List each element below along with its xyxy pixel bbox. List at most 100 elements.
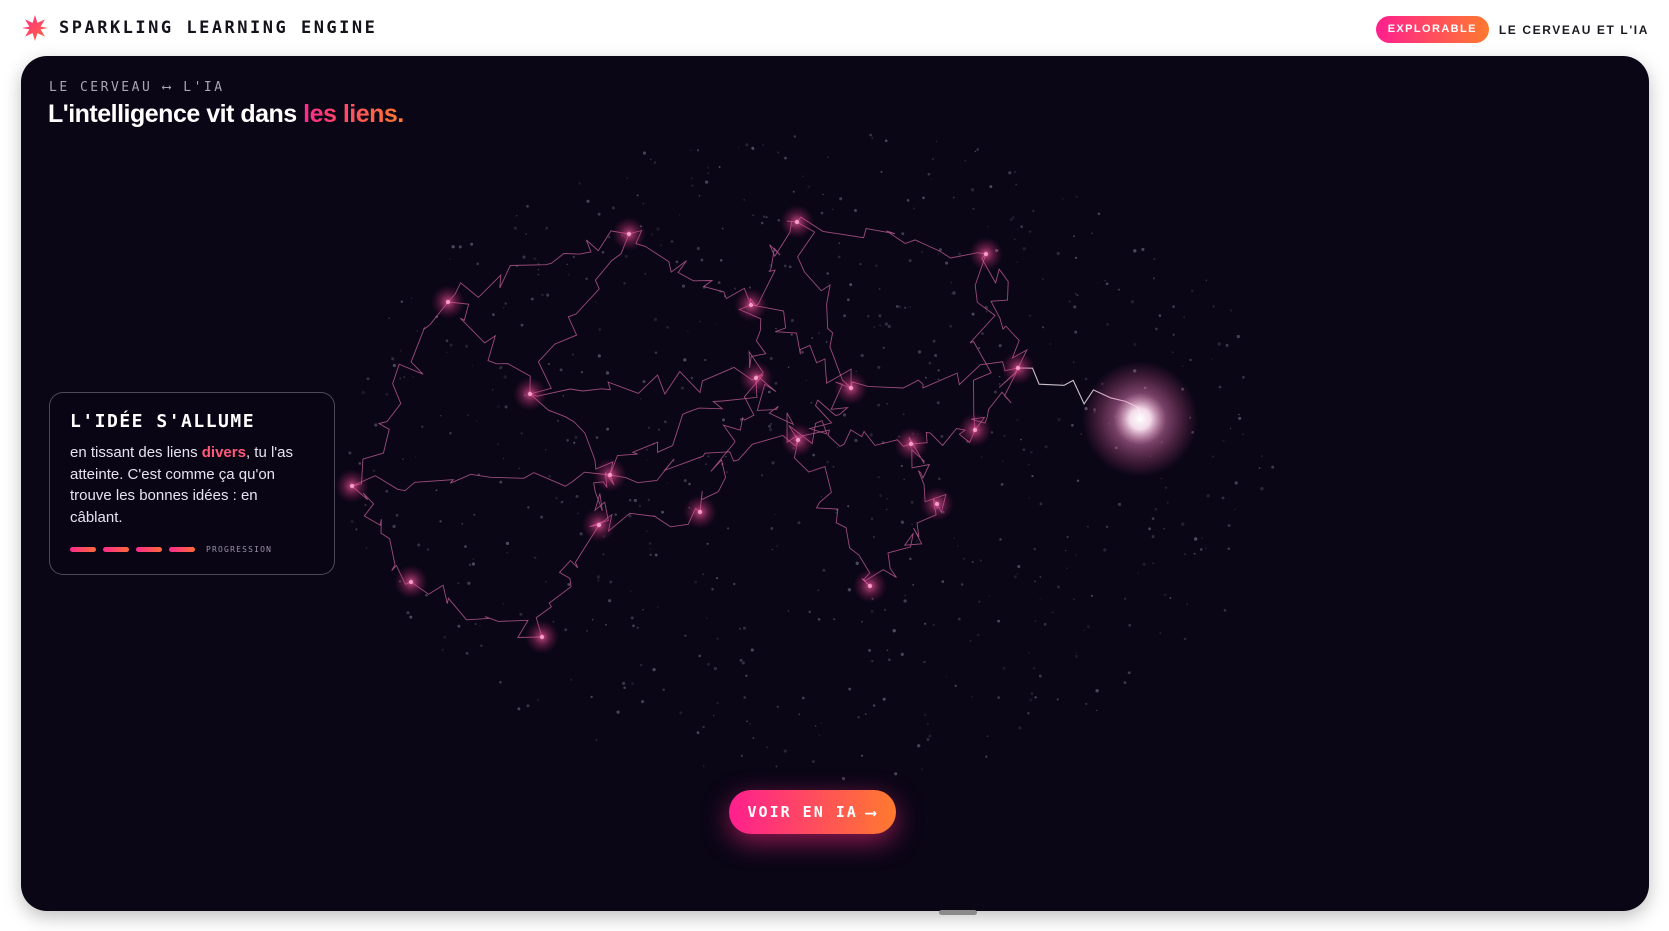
progress-indicator: PROGRESSION	[70, 545, 272, 554]
particle	[870, 517, 874, 520]
particle	[518, 467, 520, 470]
particle	[879, 494, 883, 498]
particle	[1002, 460, 1004, 462]
particle	[826, 272, 829, 275]
particle	[938, 477, 941, 481]
particle	[903, 478, 905, 481]
particle	[793, 135, 797, 138]
neuron-nodes	[335, 205, 1198, 654]
particle	[721, 227, 724, 230]
particle	[928, 734, 932, 738]
particle	[792, 190, 795, 193]
particle	[802, 175, 804, 178]
particle	[1123, 681, 1127, 684]
headline-accent: les liens.	[303, 100, 404, 128]
particle	[666, 482, 669, 484]
particle	[657, 606, 659, 608]
neuron-core	[445, 299, 451, 305]
particle	[597, 579, 600, 582]
particle	[1052, 611, 1054, 613]
particle	[985, 310, 988, 313]
particle	[457, 624, 461, 628]
particle	[601, 250, 605, 254]
particle	[922, 196, 925, 200]
particle	[642, 151, 647, 155]
particle	[597, 354, 601, 358]
particle	[790, 333, 793, 336]
particle	[936, 401, 940, 405]
particle	[653, 317, 658, 322]
particle	[520, 323, 524, 327]
particle	[572, 255, 575, 259]
particle	[854, 209, 857, 212]
card-body: en tissant des liens divers, tu l'as att…	[70, 442, 314, 528]
particle	[445, 351, 448, 353]
particle	[580, 371, 584, 374]
particle	[631, 682, 635, 685]
particle	[1016, 261, 1019, 263]
particle	[957, 252, 962, 256]
particle	[689, 149, 692, 152]
particle	[361, 390, 365, 395]
particle	[847, 505, 850, 508]
particle	[1076, 479, 1080, 483]
particle	[526, 204, 529, 208]
particle	[971, 696, 973, 698]
particle	[1152, 277, 1155, 280]
particle	[385, 392, 389, 396]
stage: LE CERVEAU ⟷ L'IA L'intelligence vit dan…	[21, 56, 1649, 911]
particle	[1014, 171, 1016, 173]
particle	[1212, 455, 1215, 458]
voir-en-ia-button[interactable]: VOIR EN IA ⟶	[729, 790, 896, 834]
particle	[648, 542, 652, 545]
particle	[626, 177, 628, 179]
particle	[827, 156, 829, 158]
particle	[544, 448, 547, 451]
particle	[681, 284, 686, 288]
particle	[1044, 445, 1048, 449]
particle	[960, 583, 964, 586]
particle	[1227, 547, 1231, 551]
particle	[650, 158, 652, 161]
particle	[1017, 228, 1019, 230]
particle	[842, 413, 847, 417]
particle	[622, 681, 626, 685]
drag-handle[interactable]	[939, 910, 977, 915]
particle	[825, 341, 828, 343]
particle	[741, 661, 745, 665]
particle	[864, 713, 867, 716]
particle	[640, 699, 645, 704]
particle	[642, 202, 645, 205]
particle	[355, 528, 358, 531]
particle	[696, 149, 700, 152]
particle	[1184, 553, 1187, 556]
particle	[1155, 327, 1158, 331]
synapse-link	[351, 301, 449, 487]
particle	[1034, 580, 1036, 583]
particle	[614, 513, 617, 516]
active-neuron-node	[1082, 361, 1198, 477]
particle	[1153, 257, 1156, 260]
particle	[739, 658, 743, 662]
particle	[877, 365, 881, 369]
info-card: L'IDÉE S'ALLUME en tissant des liens div…	[49, 392, 335, 575]
particle	[704, 358, 707, 362]
card-body-text: en tissant des liens	[70, 444, 202, 461]
brand[interactable]: SPARKLING LEARNING ENGINE	[21, 14, 377, 42]
particle	[878, 287, 881, 290]
particle	[1141, 247, 1145, 251]
particle	[827, 282, 829, 284]
particle	[777, 219, 781, 222]
particle	[814, 725, 817, 727]
particle	[499, 681, 502, 684]
particle	[1003, 434, 1006, 437]
particle	[1234, 508, 1236, 511]
particle	[1221, 496, 1225, 500]
particle	[767, 390, 771, 394]
particle	[1193, 552, 1196, 555]
particle	[513, 226, 518, 230]
particle	[449, 343, 453, 347]
particle	[1172, 351, 1174, 353]
particle	[520, 432, 523, 435]
particle	[471, 562, 475, 566]
